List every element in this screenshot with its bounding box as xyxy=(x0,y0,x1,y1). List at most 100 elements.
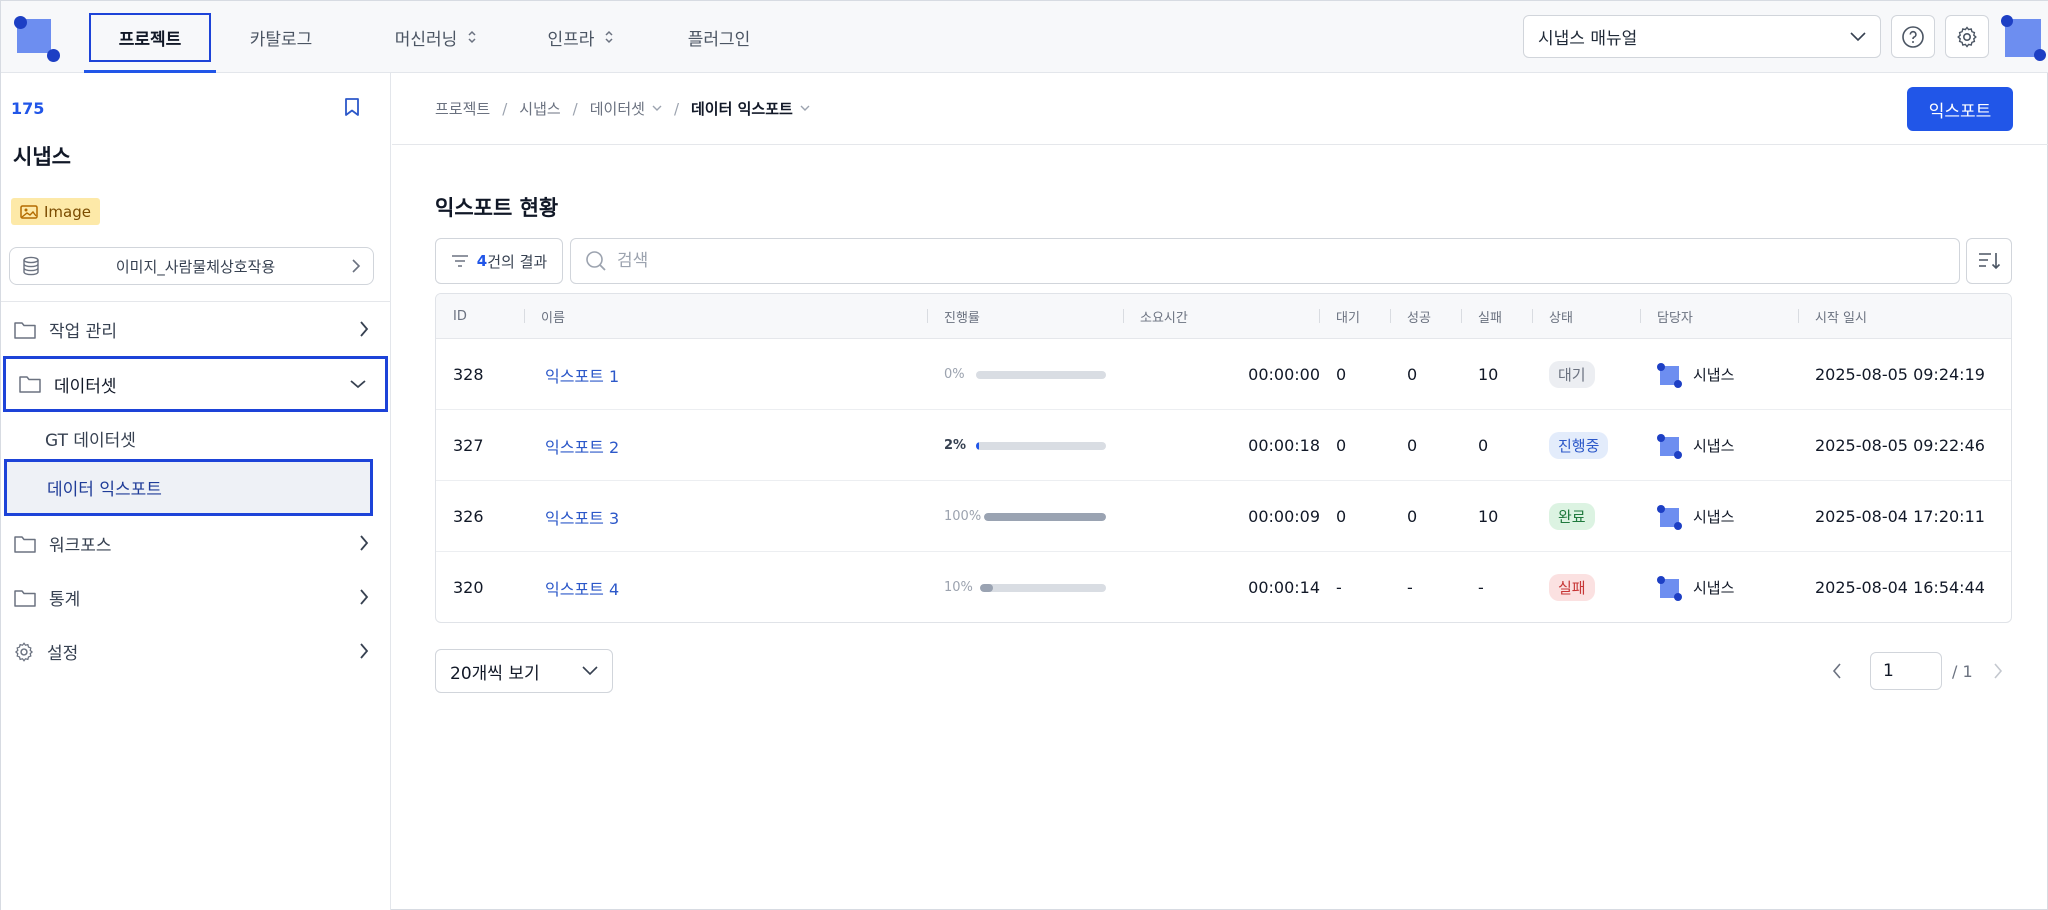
sidebar-item-jobs[interactable]: 작업 관리 xyxy=(1,303,391,356)
breadcrumb-projects[interactable]: 프로젝트 xyxy=(435,98,490,119)
sidebar: 175 시냅스 Image 이미지_사람물체상호작용 작업 관리 데이터셋 GT… xyxy=(1,73,391,910)
chevron-down-icon xyxy=(582,666,598,676)
chevron-right-icon[interactable] xyxy=(1993,662,2003,680)
result-count-label: 건의 결과 xyxy=(487,252,548,271)
divider xyxy=(1,301,391,302)
tab-machine-learning[interactable]: 머신러닝 xyxy=(371,1,501,73)
col-wait: 대기 xyxy=(1336,311,1360,326)
chevron-down-icon[interactable] xyxy=(652,105,662,112)
progress-bar xyxy=(980,583,1106,592)
result-count: 4 xyxy=(476,252,488,270)
chevron-right-icon xyxy=(360,535,369,551)
manual-select[interactable]: 시냅스 매뉴얼 xyxy=(1523,15,1881,58)
settings-button[interactable] xyxy=(1945,15,1989,58)
cell-started-at: 2025-08-05 09:24:19 xyxy=(1815,365,1985,384)
tab-infra[interactable]: 인프라 xyxy=(531,1,631,73)
sort-icon xyxy=(1979,253,2001,270)
avatar xyxy=(1657,575,1682,601)
cell-fail: 10 xyxy=(1478,507,1499,526)
chevron-updown-icon xyxy=(604,30,614,44)
cell-status: 대기 xyxy=(1549,339,1595,410)
table-row[interactable]: 326 익스포트 3 100% 00:00:09 0 0 10 완료 시냅스 2… xyxy=(436,481,2011,552)
folder-icon xyxy=(13,588,37,608)
table-row[interactable]: 328 익스포트 1 0% 00:00:00 0 0 10 대기 시냅스 202… xyxy=(436,339,2011,410)
sidebar-item-label: 설정 xyxy=(47,644,79,664)
tab-catalog[interactable]: 카탈로그 xyxy=(231,1,331,73)
table-row[interactable]: 320 익스포트 4 10% 00:00:14 - - - 실패 시냅스 202… xyxy=(436,552,2011,622)
cell-success: 0 xyxy=(1407,365,1418,384)
cell-fail: 0 xyxy=(1478,436,1489,455)
sort-button[interactable] xyxy=(1966,238,2012,284)
breadcrumb-separator: / xyxy=(502,99,508,118)
col-id: ID xyxy=(453,309,467,324)
breadcrumb-project[interactable]: 시냅스 xyxy=(519,98,560,119)
folder-icon xyxy=(18,374,42,394)
sidebar-subitem-data-export[interactable]: 데이터 익스포트 xyxy=(4,459,373,516)
cell-assignee: 시냅스 xyxy=(1657,481,1734,552)
cell-progress: 0% xyxy=(944,339,1106,410)
sidebar-subitem-label: 데이터 익스포트 xyxy=(47,480,162,500)
page-number-input[interactable] xyxy=(1870,652,1942,690)
tab-plugin-label: 플러그인 xyxy=(687,29,751,50)
sidebar-item-statistics[interactable]: 통계 xyxy=(1,571,391,624)
cell-duration: 00:00:00 xyxy=(1248,365,1320,384)
export-name-link[interactable]: 익스포트 2 xyxy=(545,410,619,481)
sidebar-item-dataset[interactable]: 데이터셋 xyxy=(3,356,388,412)
status-badge: 대기 xyxy=(1549,361,1595,388)
cell-success: 0 xyxy=(1407,507,1418,526)
filter-button[interactable]: 4 건의 결과 xyxy=(435,238,563,284)
tab-projects[interactable]: 프로젝트 xyxy=(84,1,216,73)
col-progress: 진행률 xyxy=(944,311,980,326)
chevron-down-icon[interactable] xyxy=(800,105,810,112)
cell-progress: 10% xyxy=(944,552,1106,622)
data-type-badge: Image xyxy=(11,198,100,225)
dataset-selector[interactable]: 이미지_사람물체상호작용 xyxy=(9,247,374,285)
sidebar-item-workforce[interactable]: 워크포스 xyxy=(1,517,391,570)
sidebar-subitem-gt-dataset[interactable]: GT 데이터셋 xyxy=(1,412,391,465)
project-name: 시냅스 xyxy=(13,145,71,169)
col-assignee: 담당자 xyxy=(1657,311,1693,326)
page-size-value: 20개씩 보기 xyxy=(450,663,540,684)
cell-duration: 00:00:14 xyxy=(1248,578,1320,597)
chevron-updown-icon xyxy=(467,30,477,44)
export-button[interactable]: 익스포트 xyxy=(1907,87,2013,131)
main-content: 프로젝트 / 시냅스 / 데이터셋 / 데이터 익스포트 익스포트 익스포트 현… xyxy=(392,73,2048,910)
progress-percent: 10% xyxy=(944,580,973,595)
user-avatar[interactable] xyxy=(2001,15,2046,61)
search-box[interactable] xyxy=(570,238,1960,284)
cell-id: 320 xyxy=(453,578,484,597)
sidebar-item-settings[interactable]: 설정 xyxy=(1,625,391,678)
tab-projects-label: 프로젝트 xyxy=(88,12,212,62)
cell-fail: - xyxy=(1478,578,1484,597)
breadcrumb-separator: / xyxy=(673,99,679,118)
breadcrumb-dataset[interactable]: 데이터셋 xyxy=(590,98,645,119)
page-title: 익스포트 현황 xyxy=(435,196,559,220)
export-name-link[interactable]: 익스포트 3 xyxy=(545,481,619,552)
assignee-name: 시냅스 xyxy=(1693,437,1735,455)
col-fail: 실패 xyxy=(1478,311,1502,326)
cell-assignee: 시냅스 xyxy=(1657,552,1734,622)
app-window: 프로젝트 카탈로그 머신러닝 인프라 플러그인 시냅스 매뉴얼 175 시냅스 … xyxy=(0,0,2048,910)
filter-icon xyxy=(451,255,468,267)
bookmark-icon[interactable] xyxy=(343,97,361,121)
chevron-left-icon[interactable] xyxy=(1832,662,1842,680)
tab-plugin[interactable]: 플러그인 xyxy=(669,1,769,73)
breadcrumb-current: 데이터 익스포트 xyxy=(691,100,793,118)
help-button[interactable] xyxy=(1891,15,1935,58)
app-logo[interactable] xyxy=(14,16,60,62)
search-input[interactable] xyxy=(617,251,1917,271)
chevron-right-icon xyxy=(360,643,369,659)
status-badge: 실패 xyxy=(1549,574,1595,601)
assignee-name: 시냅스 xyxy=(1693,366,1735,384)
tab-ml-label: 머신러닝 xyxy=(394,29,458,50)
table-row[interactable]: 327 익스포트 2 2% 00:00:18 0 0 0 진행중 시냅스 202… xyxy=(436,410,2011,481)
export-name-link[interactable]: 익스포트 1 xyxy=(545,339,619,410)
cell-id: 328 xyxy=(453,365,484,384)
page-size-select[interactable]: 20개씩 보기 xyxy=(435,649,613,693)
progress-bar xyxy=(976,370,1106,379)
folder-icon xyxy=(13,320,37,340)
progress-percent: 0% xyxy=(944,367,965,382)
export-name-link[interactable]: 익스포트 4 xyxy=(545,552,619,622)
cell-started-at: 2025-08-04 16:54:44 xyxy=(1815,578,1985,597)
help-icon xyxy=(1902,25,1924,48)
